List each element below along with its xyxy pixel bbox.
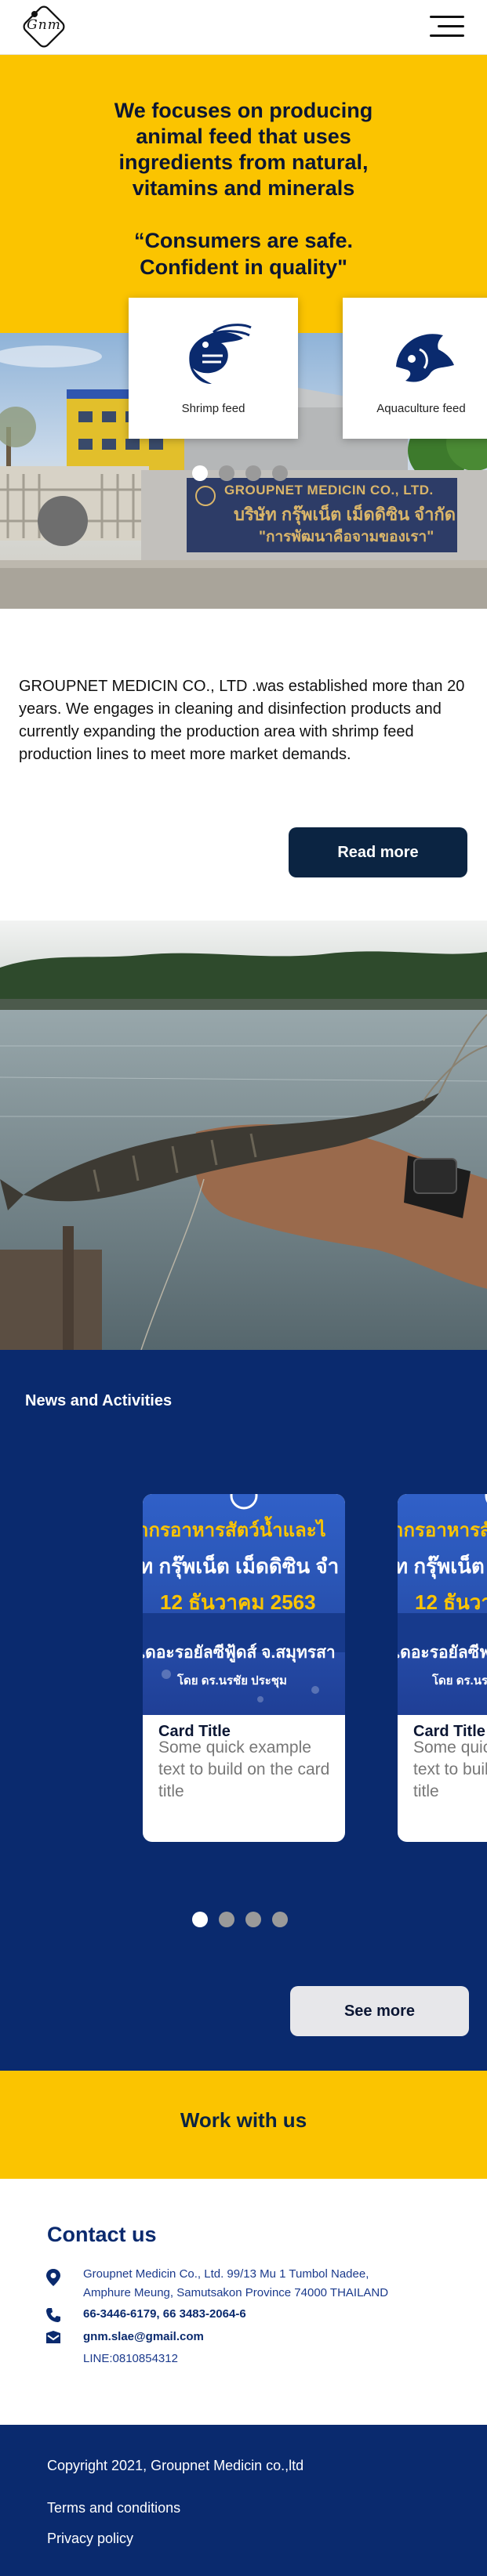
news-section: News and Activities ากรอาหารสัตว์น้ำและไ… bbox=[0, 1350, 487, 2071]
news-card-1[interactable]: ากรอาหารสัตว์น้ำและไ ัท กรุ๊พเน็ต เม็ดดิ… bbox=[143, 1494, 345, 1842]
banner-line-3: เดอะรอยัลซีฟู้ดส์ จ.สมุทรสา bbox=[143, 1644, 336, 1662]
hero-slide-dot-3[interactable] bbox=[245, 465, 261, 481]
shrimp-icon bbox=[189, 324, 252, 384]
news-card-body: Card Title Some quick example text to bu… bbox=[158, 1723, 331, 1803]
page: Gnm We focuses on producing animal feed … bbox=[0, 0, 487, 2576]
terms-link[interactable]: Terms and conditions bbox=[47, 2500, 180, 2516]
logo-text: Gnm bbox=[27, 17, 61, 33]
work-with-us-section: Work with us bbox=[0, 2071, 487, 2179]
phone-number[interactable]: 66-3446-6179, 66 3483-2064-6 bbox=[83, 2306, 246, 2323]
banner-line-1: ากรอาหารสัตว์น้ำและไ bbox=[398, 1520, 487, 1541]
fish-icon bbox=[396, 334, 454, 382]
banner-line-1: ากรอาหารสัตว์น้ำและไ bbox=[143, 1520, 326, 1541]
banner-line-4: โดย ดร.นร bbox=[432, 1674, 487, 1688]
banner-date: 12 ธันวาคม 2563 bbox=[160, 1590, 316, 1614]
news-title: News and Activities bbox=[25, 1392, 173, 1409]
banner-date: 12 ธันวาค bbox=[415, 1590, 487, 1614]
news-card-body: Card Title Some quick example text to bu… bbox=[413, 1723, 487, 1803]
sign-company-th: บริษัท กรุ๊พเน็ต เม็ดดิซิน จำกัด bbox=[234, 505, 456, 524]
hero-slide-dot-2[interactable] bbox=[219, 465, 234, 481]
aquaculture-feed-card[interactable]: Aquaculture feed bbox=[343, 298, 487, 439]
sign-slogan-th: "การพัฒนาคือจามของเรา" bbox=[259, 529, 434, 545]
card-text: Some quick example text to build on the … bbox=[413, 1738, 487, 1800]
shrimp-feed-card[interactable]: Shrimp feed bbox=[129, 298, 298, 439]
news-slide-dot-3[interactable] bbox=[245, 1912, 261, 1927]
shrimp-feed-label: Shrimp feed bbox=[181, 402, 245, 415]
copyright-text: Copyright 2021, Groupnet Medicin co.,ltd bbox=[47, 2458, 304, 2473]
news-slide-dot-2[interactable] bbox=[219, 1912, 234, 1927]
contact-title: Contact us bbox=[47, 2223, 157, 2246]
card-text: Some quick example text to build on the … bbox=[158, 1738, 330, 1800]
banner-line-4: โดย ดร.นรชัย ประชุม bbox=[177, 1674, 287, 1688]
site-footer: Copyright 2021, Groupnet Medicin co.,ltd… bbox=[0, 2425, 487, 2576]
hamburger-menu-icon[interactable] bbox=[430, 14, 466, 39]
location-pin-icon bbox=[46, 2269, 60, 2286]
banner-line-2: ัท กรุ๊พเน็ต เม็ดดิ bbox=[398, 1554, 487, 1578]
hero-slide-dot-1[interactable] bbox=[192, 465, 208, 481]
aquaculture-feed-label: Aquaculture feed bbox=[376, 402, 466, 415]
read-more-button[interactable]: Read more bbox=[289, 827, 467, 877]
phone-icon bbox=[46, 2308, 60, 2322]
see-more-button[interactable]: See more bbox=[290, 1986, 469, 2036]
news-card-image: ากรอาหารสัตว์น้ำและไ ัท กรุ๊พเน็ต เม็ดดิ… bbox=[143, 1494, 345, 1715]
email-icon bbox=[46, 2331, 60, 2343]
contact-section: Contact us Groupnet Medicin Co., Ltd. 99… bbox=[0, 2179, 487, 2425]
company-logo[interactable]: Gnm bbox=[20, 3, 67, 50]
news-card-2[interactable]: ากรอาหารสัตว์น้ำและไ ัท กรุ๊พเน็ต เม็ดดิ… bbox=[398, 1494, 487, 1842]
sign-company-en: GROUPNET MEDICIN CO., LTD. bbox=[224, 483, 434, 497]
hero-quote: “Consumers are safe. Confident in qualit… bbox=[133, 229, 354, 279]
line-id: LINE:0810854312 bbox=[83, 2352, 178, 2365]
hero-headline: We focuses on producing animal feed that… bbox=[114, 99, 373, 200]
address-line-1: Groupnet Medicin Co., Ltd. 99/13 Mu 1 Tu… bbox=[83, 2267, 369, 2281]
privacy-link[interactable]: Privacy policy bbox=[47, 2531, 133, 2547]
hero-carousel-indicators bbox=[192, 465, 288, 481]
site-header: Gnm bbox=[0, 0, 487, 55]
email-address[interactable]: gnm.slae@gmail.com bbox=[83, 2328, 204, 2346]
banner-line-3: เดอะรอยัลซีฟ bbox=[398, 1644, 487, 1662]
news-slide-dot-1[interactable] bbox=[192, 1912, 208, 1927]
address-line-2: Amphure Meung, Samutsakon Province 74000… bbox=[83, 2286, 389, 2299]
work-with-us-link[interactable]: Work with us bbox=[0, 2108, 487, 2133]
hero-slide-dot-4[interactable] bbox=[272, 465, 288, 481]
shrimp-pond-photo bbox=[0, 921, 487, 1350]
news-carousel-indicators bbox=[192, 1912, 288, 1927]
about-text: GROUPNET MEDICIN CO., LTD .was establish… bbox=[19, 678, 465, 763]
news-card-image: ากรอาหารสัตว์น้ำและไ ัท กรุ๊พเน็ต เม็ดดิ… bbox=[398, 1494, 487, 1715]
news-slide-dot-4[interactable] bbox=[272, 1912, 288, 1927]
banner-line-2: ัท กรุ๊พเน็ต เม็ดดิซิน จำ bbox=[143, 1554, 340, 1578]
